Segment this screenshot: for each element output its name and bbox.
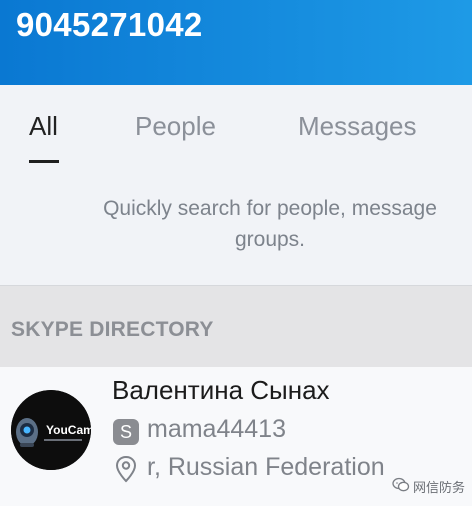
watermark: 网信防务 [392,474,472,498]
search-hint-line-2: groups. [234,228,306,251]
wechat-icon [392,477,410,492]
skype-username: mama44413 [147,415,286,443]
skype-badge-letter: S [119,422,132,442]
webcam-icon: YouCam [11,390,91,470]
contact-name: Валентина Сынах [112,375,330,405]
tab-all[interactable]: All [29,111,58,142]
skype-directory-header: SKYPE DIRECTORY [0,285,472,368]
location-pin-icon [115,455,137,483]
contact-location: r, Russian Federation [147,453,385,481]
tab-messages[interactable]: Messages [298,111,417,142]
search-input[interactable] [16,4,456,46]
avatar-brand-text: YouCam [46,423,91,437]
skype-icon: S [113,419,139,445]
section-title: SKYPE DIRECTORY [11,318,214,341]
watermark-text: 网信防务 [413,480,466,495]
search-hint-line-1: Quickly search for people, message [103,197,437,220]
tab-people[interactable]: People [135,111,216,142]
search-tabs: All People Messages [0,85,472,173]
avatar: YouCam [11,390,91,470]
search-hint: Quickly search for people, message group… [0,193,472,255]
active-tab-indicator [29,160,59,163]
search-header [0,0,472,85]
